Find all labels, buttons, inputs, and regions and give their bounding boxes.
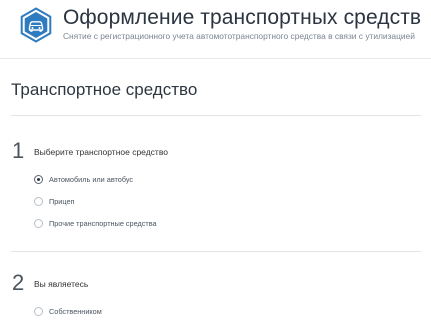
option-label: Прицеп [49,196,75,206]
radio-option-owner[interactable]: Собственником [34,305,102,317]
radio-button[interactable] [34,218,43,228]
option-label: Прочие транспортные средства [49,218,157,228]
page-subtitle: Снятие с регистрационного учета автомото… [63,31,415,41]
page-header: Оформление транспортных средств Снятие с… [0,0,431,58]
radio-option-car-or-bus[interactable]: Автомобиль или автобус [34,173,133,185]
radio-option-trailer[interactable]: Прицеп [34,195,75,207]
step-label: Выберите транспортное средство [34,147,168,157]
page-title: Оформление транспортных средств [63,6,422,29]
header-divider [0,58,431,59]
radio-button[interactable] [34,196,43,206]
car-in-hexagon-icon [20,7,52,43]
radio-option-other-vehicles[interactable]: Прочие транспортные средства [34,217,157,229]
option-label: Собственником [49,306,102,316]
step-divider [11,251,421,252]
section-title: Транспортное средство [11,80,198,99]
radio-button-checked[interactable] [34,174,43,184]
step-label: Вы являетесь [34,279,89,289]
section-divider [11,115,421,116]
option-label: Автомобиль или автобус [49,174,134,184]
step-number: 1 [12,138,25,163]
radio-button[interactable] [34,306,43,316]
step-number: 2 [12,270,25,295]
